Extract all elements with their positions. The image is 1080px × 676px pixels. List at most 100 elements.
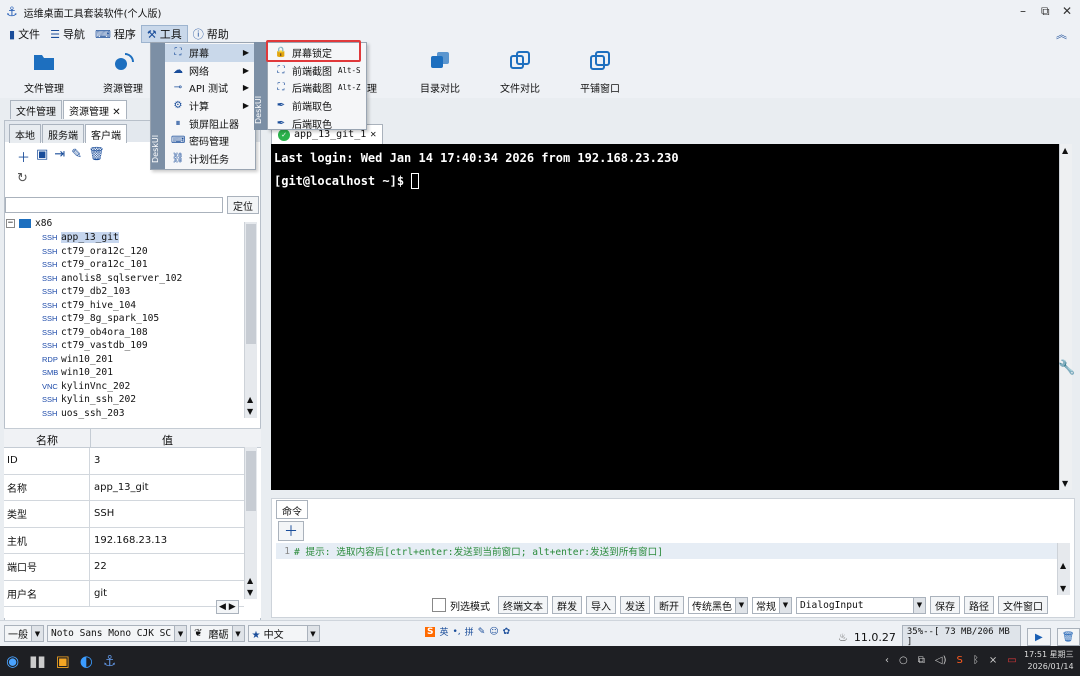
- bluetooth-icon[interactable]: ᛒ: [973, 655, 979, 666]
- send-button[interactable]: 发送: [620, 596, 650, 614]
- close-icon[interactable]: ✕: [1062, 4, 1072, 18]
- property-row[interactable]: 名称 app_13_git: [4, 474, 244, 501]
- scroll-up-icon[interactable]: ▲: [247, 395, 253, 404]
- wrench-icon[interactable]: 🔧: [1058, 360, 1075, 376]
- tab-local[interactable]: 本地: [9, 124, 41, 143]
- screen-submenu-item[interactable]: ⛶ 前端截图 Alt-S: [268, 62, 366, 80]
- select-mode-checkbox[interactable]: [432, 598, 446, 612]
- terminal-screen[interactable]: Last login: Wed Jan 14 17:40:34 2026 fro…: [271, 144, 1059, 490]
- tree-item[interactable]: SSH anolis8_sqlserver_102: [6, 272, 246, 286]
- menu-program[interactable]: ⌨ 程序: [90, 25, 141, 43]
- screen-submenu-item[interactable]: ✒ 前端取色: [268, 97, 366, 115]
- pen-icon[interactable]: ✎: [478, 627, 486, 637]
- network-icon[interactable]: ⨯: [989, 655, 997, 666]
- import-icon[interactable]: ⇥: [54, 147, 65, 166]
- tree-item[interactable]: SSH kylin_ssh_202: [6, 393, 246, 407]
- search-icon[interactable]: ○: [899, 655, 908, 666]
- multitask-icon[interactable]: ▮▮: [29, 652, 46, 670]
- toolbar-file-compare[interactable]: 文件对比: [485, 48, 555, 95]
- toolbar-file-manager[interactable]: 文件管理: [9, 48, 79, 95]
- tools-menu-item[interactable]: ⊸ API 测试 ▶: [165, 79, 255, 97]
- language-select[interactable]: ★ 中文 ▼: [247, 625, 320, 642]
- browser-icon[interactable]: ◐: [80, 652, 93, 670]
- clipboard-icon[interactable]: ⧉: [918, 655, 925, 666]
- tree-folder-x86[interactable]: − x86: [6, 217, 246, 231]
- edit-icon[interactable]: ✎: [71, 147, 82, 166]
- toolbar-dir-compare[interactable]: 目录对比: [405, 48, 475, 95]
- scroll-down-icon[interactable]: ▼: [1060, 584, 1066, 593]
- broadcast-button[interactable]: 群发: [552, 596, 582, 614]
- tab-client[interactable]: 客户端: [85, 124, 127, 143]
- clock[interactable]: 17:51 星期三 2026/01/14: [1024, 649, 1074, 673]
- refresh-icon[interactable]: ↻: [17, 171, 28, 186]
- import-button[interactable]: 导入: [586, 596, 616, 614]
- add-folder-icon[interactable]: ▣: [36, 147, 48, 166]
- delete-icon[interactable]: 🗑: [88, 147, 105, 166]
- general-select[interactable]: 一般 ▼: [4, 625, 44, 642]
- scroll-down-icon[interactable]: ▼: [247, 407, 253, 416]
- property-row[interactable]: 用户名 git: [4, 580, 244, 607]
- tree-item[interactable]: SSH ct79_db2_103: [6, 285, 246, 299]
- close-icon[interactable]: ✕: [112, 107, 120, 118]
- mode-select[interactable]: 常规 ▼: [752, 596, 792, 614]
- tree-item[interactable]: SMB win10_201: [6, 366, 246, 380]
- style-select[interactable]: ❦ 磨砺 ▼: [190, 625, 245, 642]
- terminal-scrollbar[interactable]: ▲ ▼: [1059, 144, 1072, 490]
- tree-scrollbar[interactable]: ▲ ▼: [244, 222, 257, 418]
- scroll-down-icon[interactable]: ▼: [247, 588, 253, 597]
- menu-help[interactable]: ⓘ 帮助: [188, 25, 234, 43]
- props-scrollbar[interactable]: ▲ ▼: [244, 447, 257, 599]
- scroll-down-icon[interactable]: ▼: [1062, 479, 1068, 488]
- save-button[interactable]: 保存: [930, 596, 960, 614]
- menu-tools[interactable]: ⚒ 工具: [140, 25, 188, 43]
- screen-submenu-item[interactable]: ✒ 后端取色: [268, 114, 366, 132]
- search-input[interactable]: [5, 197, 223, 213]
- tree-item[interactable]: SSH ct79_ob4ora_108: [6, 326, 246, 340]
- font-select[interactable]: Noto Sans Mono CJK SC ▼: [47, 625, 188, 642]
- tab-file-manager[interactable]: 文件管理: [10, 100, 62, 119]
- tab-command[interactable]: 命令: [276, 500, 308, 519]
- toolbar-tile-windows[interactable]: 平铺窗口: [565, 48, 635, 95]
- command-editor-line[interactable]: 1 # 提示: 选取内容后[ctrl+enter:发送到当前窗口; alt+en…: [276, 543, 1060, 559]
- theme-select[interactable]: 传统黑色 ▼: [688, 596, 748, 614]
- sogou-tray-icon[interactable]: S: [956, 655, 962, 666]
- tree-item[interactable]: VNC kylinVnc_202: [6, 380, 246, 394]
- collapse-toggle-icon[interactable]: −: [6, 219, 15, 229]
- chevron-left-icon[interactable]: ‹: [885, 655, 889, 666]
- trash-button[interactable]: 🗑: [1056, 628, 1080, 646]
- play-button[interactable]: ▶: [1027, 628, 1051, 646]
- tree-item[interactable]: SSH uos_ssh_203: [6, 407, 246, 421]
- tab-resource-manager[interactable]: 资源管理 ✕: [63, 100, 127, 119]
- add-command-button[interactable]: ＋: [278, 521, 304, 541]
- tree-item[interactable]: SSH ct79_ora12c_120: [6, 245, 246, 259]
- volume-icon[interactable]: ◁): [935, 655, 947, 666]
- scroll-up-icon[interactable]: ▲: [247, 576, 253, 585]
- property-row[interactable]: ID 3: [4, 448, 244, 475]
- add-icon[interactable]: ＋: [17, 147, 30, 166]
- punct-icon[interactable]: •,: [453, 627, 461, 637]
- ime-lang[interactable]: 英: [439, 625, 448, 638]
- file-manager-icon[interactable]: ▣: [56, 652, 70, 670]
- tree-item[interactable]: SSH ct79_ora12c_101: [6, 258, 246, 272]
- tools-menu-item[interactable]: ⛶ 屏幕 ▶: [165, 44, 255, 62]
- property-row[interactable]: 端口号 22: [4, 554, 244, 581]
- tree-item[interactable]: SSH app_13_git: [6, 231, 246, 245]
- tools-menu-item[interactable]: ⌨ 密码管理: [165, 132, 255, 150]
- h-scroll-arrows[interactable]: ◀ ▶: [216, 600, 239, 614]
- toolbar-resource-manager[interactable]: 资源管理: [88, 48, 158, 95]
- tree-item[interactable]: RDP win10_201: [6, 353, 246, 367]
- property-row[interactable]: 主机 192.168.23.13: [4, 527, 244, 554]
- pinyin-icon[interactable]: 拼: [465, 625, 474, 638]
- tree-item[interactable]: SSH ct79_hive_104: [6, 299, 246, 313]
- collapse-icon[interactable]: ︽: [1056, 26, 1067, 42]
- scroll-thumb[interactable]: [246, 224, 256, 344]
- scroll-thumb[interactable]: [246, 451, 256, 511]
- sogou-icon[interactable]: S: [425, 626, 436, 637]
- close-icon[interactable]: ✕: [370, 129, 376, 140]
- screen-submenu-item[interactable]: ⛶ 后端截图 Alt-Z: [268, 79, 366, 97]
- file-window-button[interactable]: 文件窗口: [998, 596, 1048, 614]
- tools-menu-item[interactable]: ☁ 网络 ▶: [165, 62, 255, 80]
- restore-icon[interactable]: ⧉: [1041, 4, 1050, 19]
- property-row[interactable]: 类型 SSH: [4, 501, 244, 528]
- minimize-icon[interactable]: –: [1020, 4, 1026, 18]
